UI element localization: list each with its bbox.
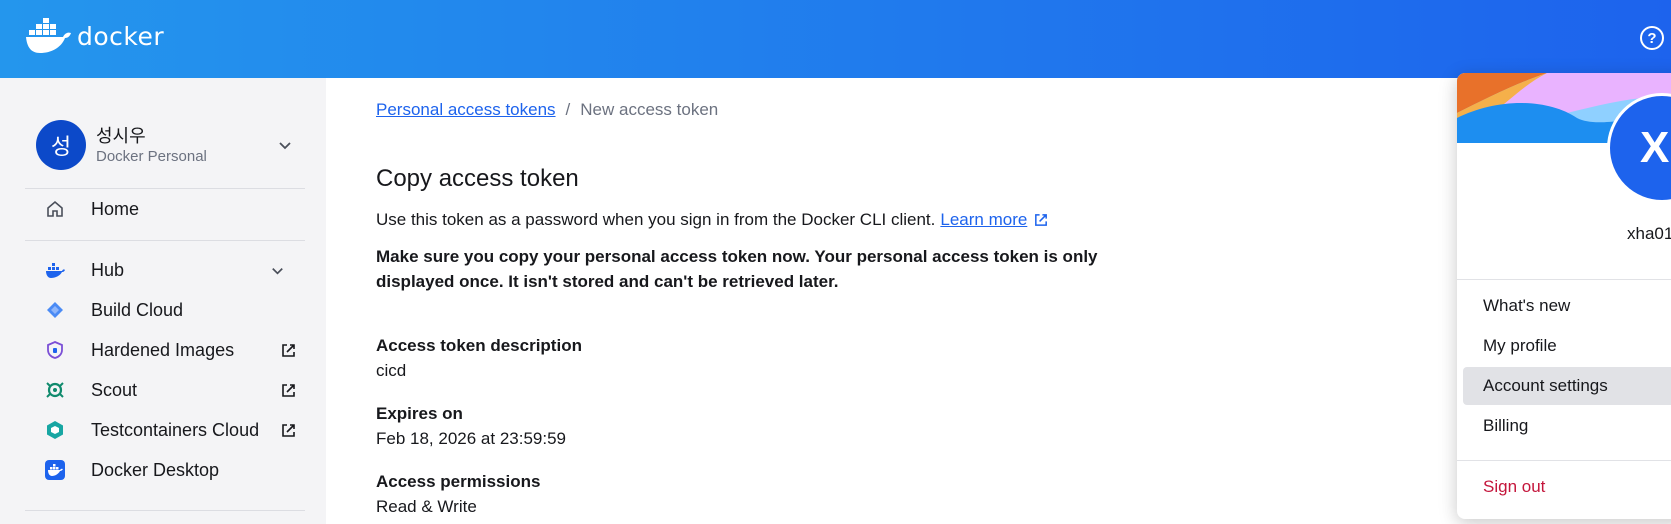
docker-logo[interactable]: docker [25, 17, 164, 55]
chevron-down-icon[interactable] [269, 262, 286, 279]
menu-divider [1457, 460, 1671, 461]
username: xha01 [1627, 224, 1671, 243]
testcontainers-icon [45, 420, 65, 440]
learn-more-link[interactable]: Learn more [940, 210, 1049, 230]
menu-item-whats-new[interactable]: What's new [1463, 287, 1671, 325]
help-icon[interactable]: ? [1640, 26, 1664, 50]
sidebar-item-label: Testcontainers Cloud [91, 419, 260, 440]
intro-text-content: Use this token as a password when you si… [376, 210, 936, 229]
docker-desktop-icon [45, 460, 65, 480]
external-link-icon [282, 384, 295, 397]
menu-item-my-profile[interactable]: My profile [1463, 327, 1671, 365]
field-label-permissions: Access permissions [376, 472, 541, 491]
sidebar-divider [25, 510, 305, 511]
breadcrumb-link-personal-access-tokens[interactable]: Personal access tokens [376, 100, 556, 120]
page-title: Copy access token [376, 165, 579, 192]
external-link-icon [282, 344, 295, 357]
org-type: Docker Personal [96, 148, 207, 165]
sidebar-item-label: Hub [91, 259, 125, 280]
copy-token-warning: Make sure you copy your personal access … [376, 247, 1098, 291]
account-menu: X xha01 What's new My profile Account se… [1457, 73, 1671, 519]
org-name: 성시우 [96, 126, 146, 147]
field-value-description: cicd [376, 361, 407, 380]
field-value-permissions: Read & Write [376, 497, 477, 516]
sidebar-item-label: Hardened Images [91, 339, 235, 360]
docker-whale-icon [26, 18, 71, 53]
hub-whale-icon [45, 260, 65, 280]
sidebar-item-testcontainers-cloud[interactable]: Testcontainers Cloud [25, 411, 305, 449]
scout-icon [45, 380, 65, 400]
intro-text: Use this token as a password when you si… [376, 210, 1049, 230]
menu-item-billing[interactable]: Billing [1463, 407, 1671, 445]
top-bar: docker ? [0, 0, 1671, 78]
menu-item-account-settings[interactable]: Account settings [1463, 367, 1671, 405]
learn-more-label: Learn more [940, 210, 1028, 229]
sidebar-item-label: Home [91, 198, 140, 219]
field-value-expires: Feb 18, 2026 at 23:59:59 [376, 429, 566, 448]
field-label-description: Access token description [376, 336, 582, 355]
org-avatar: 성 [36, 120, 86, 170]
menu-divider [1457, 279, 1671, 280]
menu-item-sign-out[interactable]: Sign out [1463, 468, 1671, 506]
sidebar: 성 성시우 Docker Personal Home Hub Build Clo… [0, 78, 326, 524]
org-switcher[interactable]: 성 성시우 Docker Personal [36, 120, 300, 172]
sidebar-item-docker-desktop[interactable]: Docker Desktop [25, 451, 305, 489]
sidebar-item-label: Docker Desktop [91, 459, 220, 480]
external-link-icon [1035, 214, 1048, 226]
sidebar-divider [25, 240, 305, 241]
breadcrumb-separator: / [565, 100, 571, 119]
breadcrumb: Personal access tokens / New access toke… [376, 100, 718, 120]
sidebar-item-build-cloud[interactable]: Build Cloud [25, 291, 305, 329]
field-label-expires: Expires on [376, 404, 463, 423]
external-link-icon [282, 424, 295, 437]
sidebar-item-scout[interactable]: Scout [25, 371, 305, 409]
breadcrumb-current: New access token [580, 100, 719, 119]
build-cloud-icon [45, 300, 65, 320]
home-icon [45, 199, 65, 219]
sidebar-item-home[interactable]: Home [25, 190, 305, 228]
sidebar-item-label: Scout [91, 379, 138, 400]
chevron-down-icon [279, 142, 291, 150]
hardened-images-icon [45, 340, 65, 360]
sidebar-divider [25, 188, 305, 189]
sidebar-item-hub[interactable]: Hub [25, 251, 305, 289]
logo-text: docker [77, 21, 165, 51]
sidebar-item-hardened-images[interactable]: Hardened Images [25, 331, 305, 369]
sidebar-item-label: Build Cloud [91, 299, 184, 320]
